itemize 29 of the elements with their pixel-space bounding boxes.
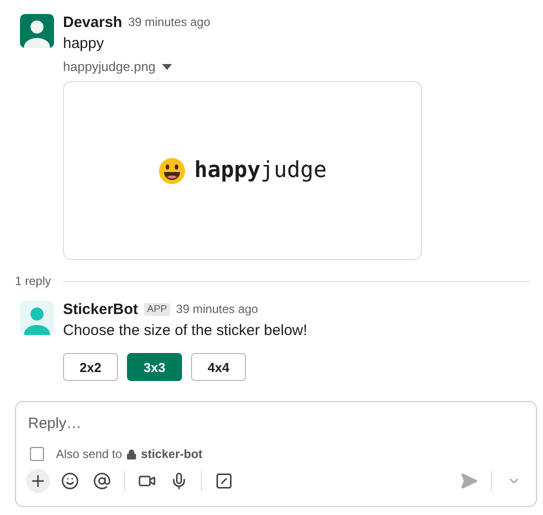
at-sign-icon	[93, 472, 111, 490]
timestamp[interactable]: 39 minutes ago	[176, 302, 258, 316]
caret-icon[interactable]	[162, 64, 172, 70]
author-name[interactable]: StickerBot	[63, 300, 138, 318]
emoji-icon	[61, 472, 79, 490]
author-name[interactable]: Devarsh	[63, 14, 122, 30]
checkbox[interactable]	[30, 447, 44, 461]
app-badge: APP	[144, 302, 170, 316]
image-preview[interactable]: happyjudge	[63, 81, 422, 260]
send-icon	[460, 472, 478, 490]
channel-name[interactable]: sticker-bot	[141, 447, 202, 461]
message-text: Choose the size of the sticker below!	[63, 321, 308, 341]
preview-text: happyjudge	[194, 158, 327, 183]
size-button[interactable]: 3x3	[127, 353, 182, 381]
reply-count: 1 reply	[15, 274, 52, 288]
microphone-icon	[170, 472, 188, 490]
file-name[interactable]: happyjudge.png	[63, 59, 156, 74]
size-button[interactable]: 4x4	[191, 353, 246, 381]
size-button[interactable]: 2x2	[63, 353, 118, 381]
avatar-icon	[20, 14, 54, 48]
message-text: happy	[63, 34, 104, 54]
add-button[interactable]	[26, 469, 50, 493]
smiley-icon	[158, 156, 186, 184]
slash-icon	[215, 472, 233, 490]
timestamp[interactable]: 39 minutes ago	[128, 15, 210, 29]
plus-icon	[29, 472, 47, 490]
also-send-label: Also send to	[56, 447, 122, 461]
avatar-icon	[20, 301, 54, 335]
lock-icon	[126, 448, 138, 460]
